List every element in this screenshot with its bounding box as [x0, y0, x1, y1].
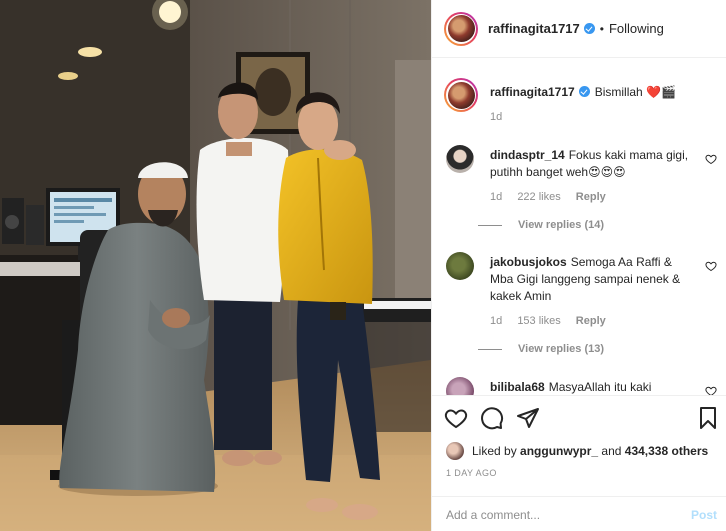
comment-text: MasyaAllah itu kaki [548, 380, 652, 394]
caption-text: Bismillah [594, 85, 643, 99]
reply-button[interactable]: Reply [576, 315, 606, 327]
post-photo[interactable] [0, 0, 431, 531]
comment-input[interactable] [446, 507, 666, 522]
comment-username[interactable]: bilibala68 [490, 380, 545, 394]
view-replies-button[interactable]: View replies (13) [478, 343, 604, 355]
comment-heart-icon[interactable] [705, 260, 717, 272]
comment-username[interactable]: dindasptr_14 [490, 148, 565, 162]
comment-icon[interactable] [480, 406, 504, 430]
liker-username[interactable]: anggunwypr_ [520, 444, 598, 458]
author-username[interactable]: raffinagita1717 [488, 21, 580, 36]
add-comment-bar: Post [432, 496, 726, 531]
caption-emojis: ❤️🎬 [646, 85, 676, 99]
likes-count[interactable]: 434,338 others [625, 444, 708, 458]
author-avatar[interactable] [444, 11, 478, 46]
caption-avatar[interactable] [444, 78, 478, 112]
post-actions: Liked by anggunwypr_ and 434,338 others … [432, 395, 726, 531]
replies-line [478, 348, 502, 350]
liker-avatar[interactable] [446, 442, 464, 460]
comments-list[interactable]: raffinagita1717 Bismillah ❤️🎬 1d dindaspt… [432, 59, 726, 395]
action-bar [444, 406, 716, 432]
comment-likes[interactable]: 222 likes [517, 191, 560, 203]
comment-time: 1d [490, 191, 503, 203]
reply-button[interactable]: Reply [576, 191, 606, 203]
heart-icon[interactable] [444, 406, 468, 430]
comment-likes[interactable]: 153 likes [517, 315, 560, 327]
share-icon[interactable] [516, 406, 540, 430]
commenter-avatar[interactable] [446, 377, 474, 395]
comment-heart-icon[interactable] [705, 153, 717, 165]
likes-summary: Liked by anggunwypr_ and 434,338 others [446, 442, 708, 460]
post-header: raffinagita1717 • Following [432, 0, 726, 58]
bookmark-icon[interactable] [696, 406, 720, 430]
separator-dot: • [599, 21, 604, 36]
post-sidebar: raffinagita1717 • Following raffinagita1… [431, 0, 726, 531]
caption-time: 1d [490, 111, 503, 123]
replies-line [478, 224, 502, 226]
view-replies-button[interactable]: View replies (14) [478, 219, 604, 231]
caption-username[interactable]: raffinagita1717 [490, 85, 575, 99]
post-comment-button[interactable]: Post [691, 508, 717, 522]
commenter-avatar[interactable] [446, 252, 474, 280]
photo-illustration [0, 0, 431, 531]
following-button[interactable]: Following [609, 21, 664, 36]
comment-time: 1d [490, 315, 503, 327]
comment-username[interactable]: jakobusjokos [490, 255, 567, 269]
post-timestamp[interactable]: 1 DAY AGO [446, 468, 497, 478]
verified-icon [583, 23, 595, 34]
verified-icon [578, 86, 590, 97]
comment-heart-icon[interactable] [705, 385, 717, 395]
commenter-avatar[interactable] [446, 145, 474, 173]
